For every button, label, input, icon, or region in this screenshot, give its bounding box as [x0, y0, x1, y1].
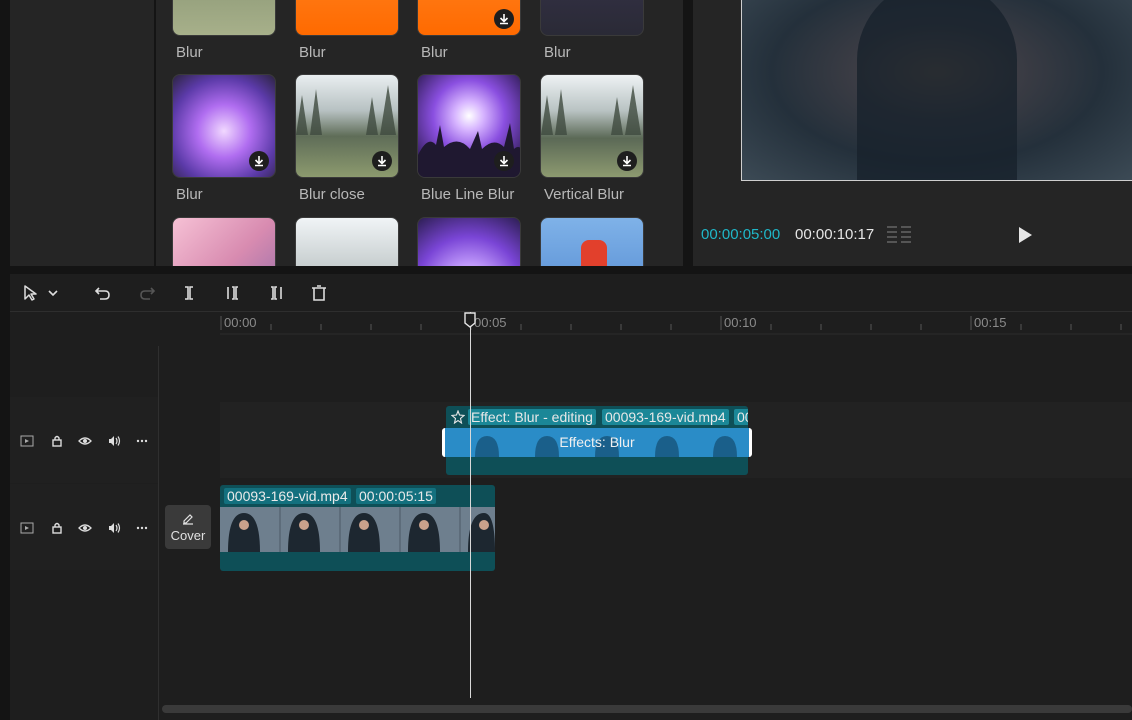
- track-header-main: [10, 484, 158, 570]
- video-clip-duration: 00:00:05:15: [356, 488, 436, 504]
- delete-icon[interactable]: [308, 282, 330, 304]
- effect-label: Blur: [176, 186, 203, 203]
- effect-thumbnail: [417, 74, 521, 178]
- preview-subject: [857, 0, 1017, 180]
- effect-thumbnail: [295, 217, 399, 266]
- select-tool-icon[interactable]: [20, 282, 42, 304]
- chevron-down-icon[interactable]: [46, 282, 60, 304]
- effect-bar-title: Effects: Blur: [559, 434, 635, 450]
- effect-bar[interactable]: Effects: Blur: [442, 428, 752, 457]
- lock-icon[interactable]: [50, 434, 64, 448]
- download-icon[interactable]: [617, 151, 637, 171]
- ruler-label: 00:00: [224, 315, 257, 330]
- effect-thumbnail: [172, 74, 276, 178]
- ratio-grid-icon[interactable]: [885, 224, 913, 244]
- ruler-label: 00:05: [474, 315, 507, 330]
- effect-label: Blur close: [299, 186, 365, 203]
- left-sidebar-strip: [10, 0, 154, 266]
- play-icon[interactable]: [1017, 226, 1033, 244]
- effect-label: Blur: [176, 44, 203, 61]
- timeline-horizontal-scrollbar[interactable]: [162, 705, 1132, 713]
- effect-thumbnail: [295, 0, 399, 36]
- more-icon[interactable]: [135, 521, 149, 535]
- eye-icon[interactable]: [78, 521, 92, 535]
- forest-silhouette: [296, 85, 396, 135]
- effect-thumbnail: [540, 217, 644, 266]
- player-panel: 00:00:05:00 00:00:10:17: [693, 0, 1132, 266]
- playhead[interactable]: [470, 312, 471, 698]
- track-header-effect: [10, 397, 158, 483]
- ruler-ticks: [220, 316, 1132, 335]
- volume-icon[interactable]: [107, 521, 121, 535]
- effect-clip[interactable]: Effect: Blur - editing 00093-169-vid.mp4…: [442, 406, 752, 475]
- volume-icon[interactable]: [107, 434, 121, 448]
- effect-clip-filename: 00093-169-vid.mp4: [602, 409, 729, 425]
- pencil-icon: [183, 514, 193, 525]
- effect-label: Vertical Blur: [544, 186, 625, 203]
- ruler-label: 00:10: [724, 315, 757, 330]
- video-clip-filename: 00093-169-vid.mp4: [224, 488, 351, 504]
- split-right-icon[interactable]: [265, 282, 287, 304]
- effect-thumbnail: [172, 0, 276, 36]
- download-icon[interactable]: [494, 151, 514, 171]
- eye-icon[interactable]: [78, 434, 92, 448]
- ruler-label: 00:15: [974, 315, 1007, 330]
- undo-icon[interactable]: [92, 282, 114, 304]
- forest-silhouette: [541, 85, 641, 135]
- cover-label: Cover: [170, 528, 206, 543]
- download-icon[interactable]: [372, 151, 392, 171]
- effect-clip-overflow: 00: [734, 409, 748, 425]
- effect-thumbnail: [540, 0, 644, 36]
- lock-icon[interactable]: [50, 521, 64, 535]
- redo-icon[interactable]: [136, 282, 158, 304]
- split-left-icon[interactable]: [222, 282, 244, 304]
- effect-label: Blur: [299, 44, 326, 61]
- effect-clip-titlebar: Effect: Blur - editing 00093-169-vid.mp4…: [446, 406, 748, 428]
- current-timecode: 00:00:05:00: [701, 226, 781, 243]
- effect-thumbnail: [417, 0, 521, 36]
- total-timecode: 00:00:10:17: [795, 226, 875, 243]
- effect-thumbnail: [295, 74, 399, 178]
- time-ruler[interactable]: 00:00 00:05 00:10 00:15: [10, 312, 1132, 338]
- video-clip[interactable]: 00093-169-vid.mp4 00:00:05:15: [220, 485, 495, 571]
- cover-button[interactable]: Cover: [165, 505, 211, 549]
- download-icon[interactable]: [494, 9, 514, 29]
- effect-star-icon: [451, 410, 465, 424]
- effect-label: Blur: [544, 44, 571, 61]
- effect-thumbnail: [417, 217, 521, 266]
- video-preview[interactable]: [741, 0, 1132, 181]
- playhead-handle[interactable]: [464, 312, 476, 328]
- thumbnail-figure: [581, 240, 607, 266]
- video-clip-frames: [220, 507, 495, 552]
- effects-panel: Blur Blur Blur Blur Blur Blur close Blue…: [156, 0, 683, 266]
- effect-thumbnail: [540, 74, 644, 178]
- track-type-icon[interactable]: [20, 521, 34, 535]
- timeline-toolbar: [10, 274, 1132, 312]
- effect-clip-tag: Effect: Blur - editing: [468, 409, 596, 425]
- track-type-icon[interactable]: [20, 434, 34, 448]
- video-thumbnails: [220, 507, 495, 552]
- effect-thumbnail: [172, 217, 276, 266]
- effect-label: Blur: [421, 44, 448, 61]
- split-icon[interactable]: [178, 282, 200, 304]
- timeline: 00:00 00:05 00:10 00:15 Cover Effect: Bl…: [10, 312, 1132, 720]
- track-headers-divider: [158, 346, 159, 720]
- download-icon[interactable]: [249, 151, 269, 171]
- more-icon[interactable]: [135, 434, 149, 448]
- effect-label: Blue Line Blur: [421, 186, 515, 203]
